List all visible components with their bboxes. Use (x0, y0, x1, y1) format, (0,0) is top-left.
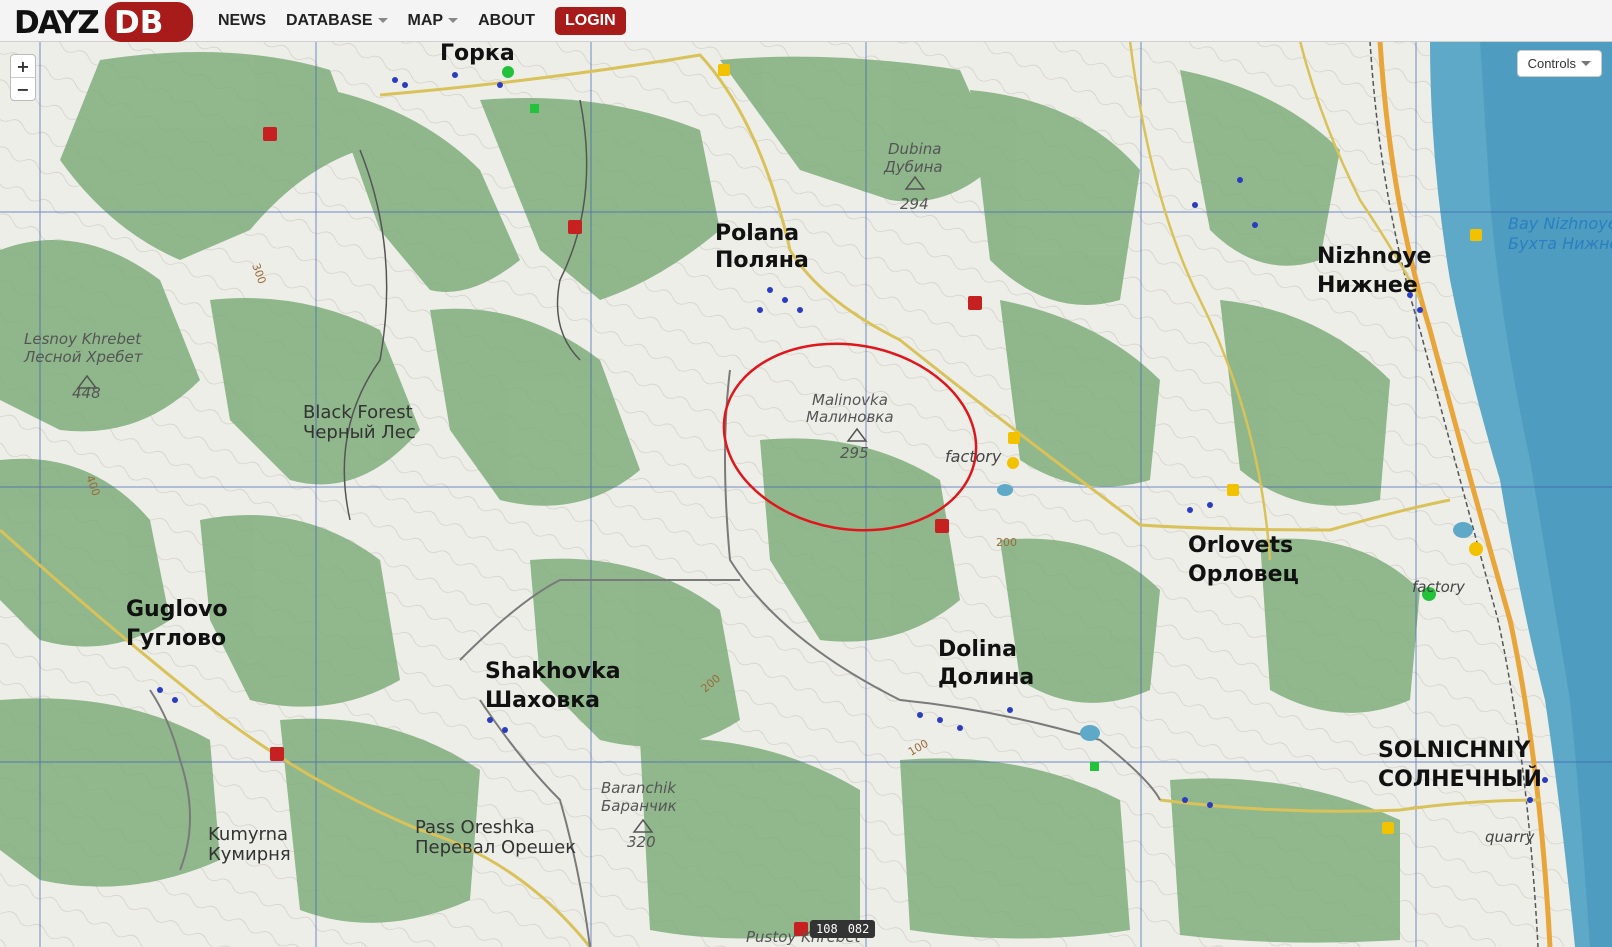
coord-y: 082 (847, 922, 870, 936)
place-bay-ru: Бухта Нижнее (1508, 234, 1612, 253)
place-dubina-en: Dubina (888, 140, 941, 158)
place-lesnoy-ru: Лесной Хребет (23, 348, 144, 366)
place-baranchik-elev: 320 (627, 833, 656, 851)
place-oreshka-ru: Перевал Орешек (415, 837, 576, 858)
main-nav: NEWS DATABASE MAP ABOUT LOGIN (218, 0, 626, 41)
place-guglovo-en: Guglovo (126, 597, 228, 622)
place-nizhnoye-en: Nizhnoye (1317, 244, 1431, 269)
place-guglovo-ru: Гуглово (126, 626, 226, 651)
svg-text:DB: DB (114, 5, 163, 41)
chevron-down-icon (377, 18, 388, 23)
place-quarry: quarry (1485, 828, 1536, 846)
place-malinovka-ru: Малиновка (806, 408, 894, 426)
coordinate-readout: 108 082 (810, 920, 876, 938)
zoom-out-button[interactable]: − (11, 78, 35, 100)
place-kumyrna-ru: Кумирня (208, 844, 291, 865)
place-dolina-en: Dolina (938, 637, 1017, 662)
map-canvas[interactable]: Горка Dubina Дубина 294 Polana Поляна Le… (0, 41, 1612, 947)
coord-x: 108 (816, 922, 838, 936)
contour-label: 200 (996, 536, 1017, 549)
place-lesnoy-elev: 448 (72, 384, 101, 402)
nav-map-label: MAP (407, 11, 444, 29)
place-bay-en: Bay Nizhnoye (1508, 214, 1612, 233)
login-button[interactable]: LOGIN (554, 6, 626, 35)
place-orlovets-ru: Орловец (1188, 562, 1299, 587)
place-oreshka-en: Pass Oreshka (415, 817, 535, 838)
place-nizhnoye-ru: Нижнее (1317, 273, 1418, 298)
chevron-down-icon (1581, 61, 1591, 66)
place-baranchik-ru: Баранчик (601, 797, 677, 815)
map-controls-dropdown[interactable]: Controls (1516, 50, 1602, 77)
place-baranchik-en: Baranchik (601, 779, 677, 797)
place-solnichniy-en: SOLNICHNIY (1378, 738, 1531, 763)
place-dubina-elev: 294 (900, 195, 929, 213)
dayzdb-logo[interactable]: DAYZ DB (10, 0, 195, 44)
nav-news-label: NEWS (218, 11, 266, 29)
place-kumyrna-en: Kumyrna (208, 824, 288, 845)
place-orlovets-en: Orlovets (1188, 533, 1293, 558)
nav-map[interactable]: MAP (408, 12, 459, 30)
controls-label: Controls (1527, 56, 1576, 71)
nav-database[interactable]: DATABASE (286, 12, 388, 30)
place-shakhovka-ru: Шаховка (485, 688, 600, 713)
place-malinovka-elev: 295 (840, 444, 869, 462)
place-blackforest-en: Black Forest (303, 402, 413, 423)
place-shakhovka-en: Shakhovka (485, 659, 621, 684)
place-polana-ru: Поляна (715, 248, 809, 273)
zoom-in-button[interactable]: + (11, 55, 35, 78)
zoom-control: + − (10, 54, 36, 101)
place-gorka-ru: Горка (440, 41, 515, 66)
place-malinovka-en: Malinovka (812, 391, 888, 409)
place-lesnoy-en: Lesnoy Khrebet (24, 330, 142, 348)
place-solnichniy-ru: СОЛНЕЧНЫЙ (1378, 766, 1542, 792)
svg-text:DAYZ: DAYZ (14, 5, 99, 41)
place-factory: factory (945, 447, 1002, 466)
place-dubina-ru: Дубина (883, 158, 943, 176)
nav-about-label: ABOUT (478, 11, 535, 29)
nav-database-label: DATABASE (286, 11, 373, 29)
place-polana-en: Polana (715, 221, 799, 246)
place-dolina-ru: Долина (938, 665, 1034, 690)
nav-news[interactable]: NEWS (218, 12, 266, 30)
nav-about[interactable]: ABOUT (478, 12, 535, 30)
top-navbar: DAYZ DB NEWS DATABASE MAP ABOUT LOGIN (0, 0, 1612, 42)
place-blackforest-ru: Черный Лес (303, 422, 416, 443)
chevron-down-icon (448, 18, 459, 23)
place-factory-2: factory (1412, 578, 1466, 596)
